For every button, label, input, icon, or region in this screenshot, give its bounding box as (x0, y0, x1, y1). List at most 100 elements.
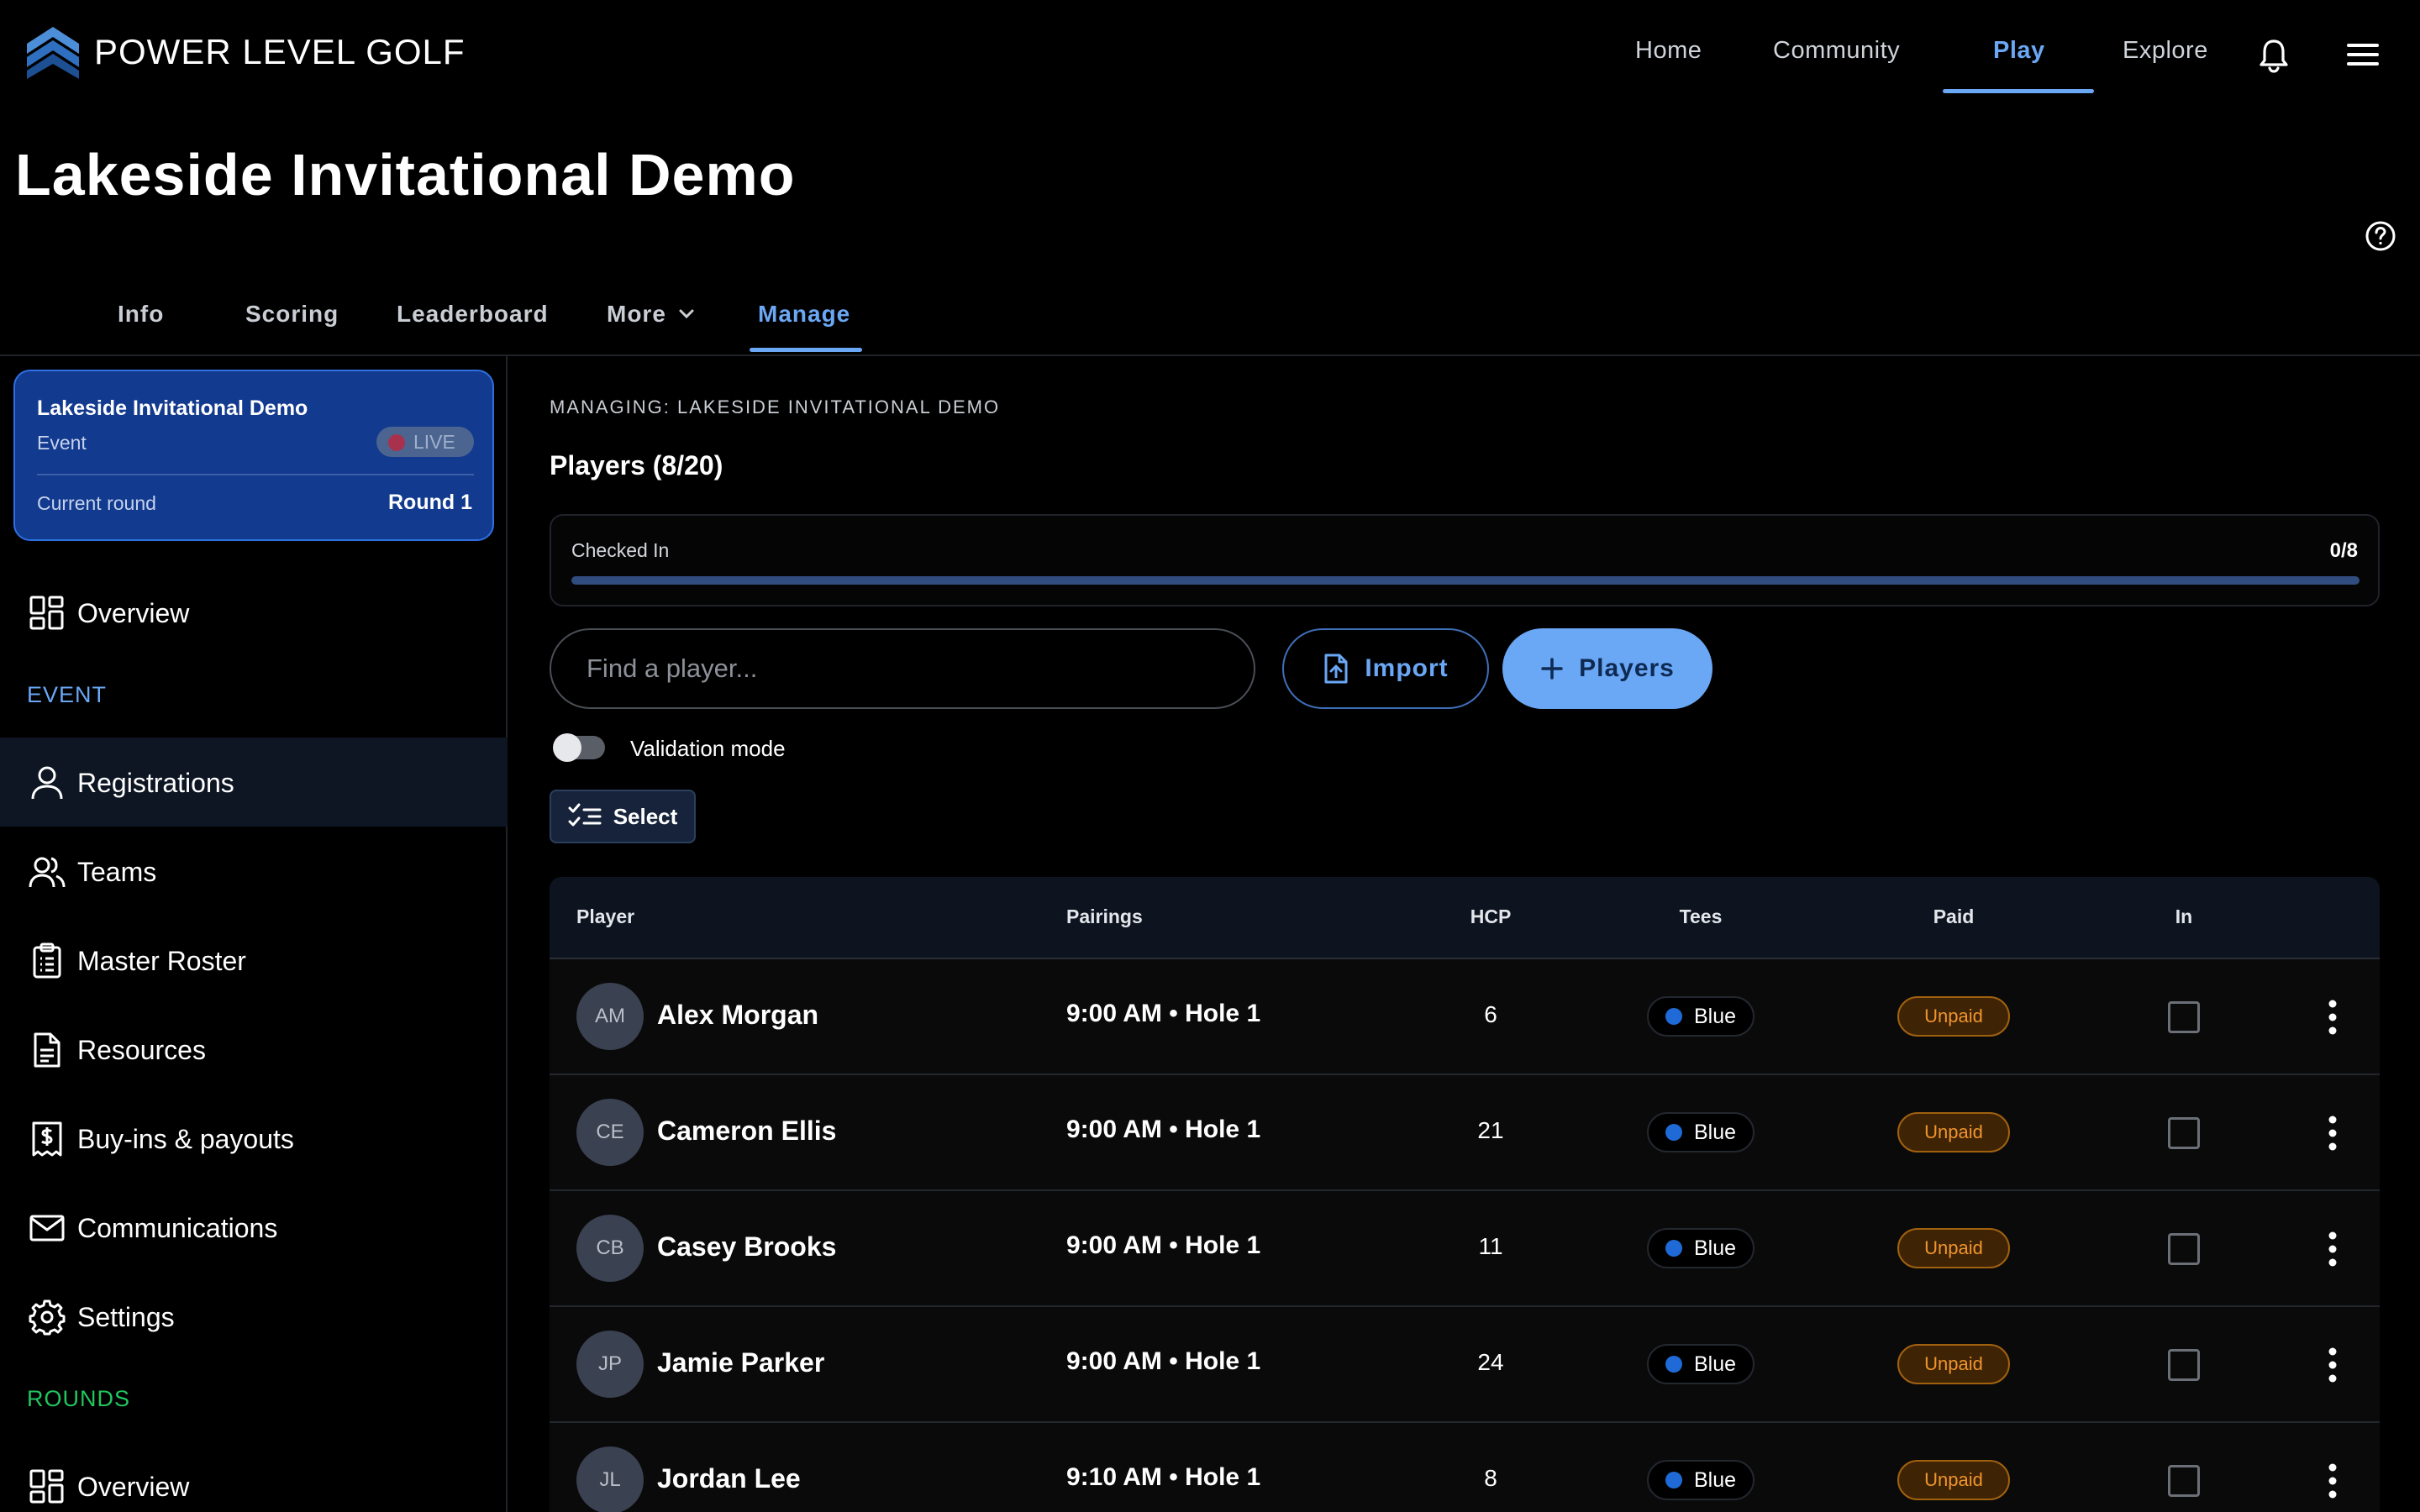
tab-leaderboard[interactable]: Leaderboard (397, 301, 549, 328)
handicap-value: 8 (1484, 1465, 1497, 1491)
tab-more[interactable]: More (607, 301, 666, 328)
player-name[interactable]: Alex Morgan (657, 1000, 818, 1031)
validation-mode-toggle[interactable] (553, 733, 605, 762)
tab-info[interactable]: Info (118, 301, 164, 328)
paid-status-badge[interactable]: Unpaid (1897, 1112, 2010, 1152)
select-button[interactable]: Select (550, 790, 696, 843)
current-round-label: Current round (37, 492, 156, 514)
player-name[interactable]: Jamie Parker (657, 1347, 824, 1378)
table-header: Player Pairings HCP Tees Paid In (550, 877, 2380, 959)
hamburger-menu-icon[interactable] (2346, 40, 2380, 69)
sidebar-item-resources[interactable]: Resources (0, 1005, 508, 1094)
chevron-down-icon[interactable] (677, 307, 696, 321)
pairing-time: 9:00 AM • Hole 1 (1066, 1000, 1261, 1027)
checked-in-checkbox[interactable] (2168, 1001, 2200, 1033)
pairing-time: 9:00 AM • Hole 1 (1066, 1231, 1261, 1259)
gear-icon (29, 1299, 66, 1336)
col-in[interactable]: In (2159, 906, 2209, 928)
tee-badge[interactable]: Blue (1647, 1344, 1754, 1384)
mail-icon (29, 1215, 65, 1242)
more-options-icon[interactable] (2324, 1460, 2341, 1502)
sidebar-item-teams[interactable]: Teams (0, 827, 508, 916)
sidebar-item-buy-ins-payouts[interactable]: Buy-ins & payouts (0, 1094, 508, 1183)
pairing-time: 9:00 AM • Hole 1 (1066, 1116, 1261, 1143)
player-name[interactable]: Cameron Ellis (657, 1116, 836, 1147)
checked-in-checkbox[interactable] (2168, 1233, 2200, 1265)
plus-icon (1541, 658, 1563, 680)
paid-status-badge[interactable]: Unpaid (1897, 1460, 2010, 1500)
help-icon[interactable] (2365, 220, 2396, 252)
clipboard-list-icon (33, 942, 61, 979)
avatar: JP (576, 1331, 644, 1398)
col-tees[interactable]: Tees (1659, 906, 1743, 928)
sidebar-item-label: Settings (77, 1302, 175, 1332)
player-name[interactable]: Jordan Lee (657, 1463, 801, 1494)
more-options-icon[interactable] (2324, 1112, 2341, 1154)
checked-in-checkbox[interactable] (2168, 1117, 2200, 1149)
tee-badge[interactable]: Blue (1647, 1228, 1754, 1268)
users-icon (29, 857, 66, 888)
table-row[interactable]: CB Casey Brooks 9:00 AM • Hole 1 11 Blue… (550, 1191, 2380, 1307)
find-player-input[interactable] (550, 628, 1255, 709)
table-row[interactable]: JP Jamie Parker 9:00 AM • Hole 1 24 Blue… (550, 1307, 2380, 1423)
paid-status-badge[interactable]: Unpaid (1897, 996, 2010, 1037)
tab-scoring[interactable]: Scoring (245, 301, 339, 328)
checked-in-checkbox[interactable] (2168, 1349, 2200, 1381)
checked-in-checkbox[interactable] (2168, 1465, 2200, 1497)
tee-label: Blue (1694, 1236, 1737, 1260)
more-options-icon[interactable] (2324, 996, 2341, 1038)
avatar: JL (576, 1446, 644, 1512)
col-pairings[interactable]: Pairings (1066, 906, 1143, 928)
col-player[interactable]: Player (576, 906, 634, 928)
tee-color-dot-icon (1665, 1240, 1682, 1257)
nav-explore[interactable]: Explore (2123, 37, 2208, 65)
sidebar-item-rounds-overview[interactable]: Overview (0, 1441, 508, 1512)
subtab-active-indicator (750, 348, 862, 352)
nav-play[interactable]: Play (1993, 37, 2045, 65)
validation-mode-label: Validation mode (630, 736, 786, 761)
page-title: Lakeside Invitational Demo (15, 142, 796, 207)
event-summary-card[interactable]: Lakeside Invitational Demo Event LIVE Cu… (13, 370, 494, 541)
avatar: AM (576, 983, 644, 1050)
bell-icon[interactable] (2255, 37, 2292, 74)
handicap-value: 11 (1478, 1233, 1503, 1259)
checklist-icon (568, 803, 602, 827)
user-icon (31, 766, 63, 800)
brand-name[interactable]: POWER LEVEL GOLF (94, 32, 466, 72)
col-hcp[interactable]: HCP (1465, 906, 1516, 928)
nav-community[interactable]: Community (1773, 37, 1900, 65)
table-row[interactable]: CE Cameron Ellis 9:00 AM • Hole 1 21 Blu… (550, 1075, 2380, 1191)
chevron-stack-logo[interactable] (25, 25, 81, 81)
avatar: CE (576, 1099, 644, 1166)
more-options-icon[interactable] (2324, 1344, 2341, 1386)
sidebar-item-master-roster[interactable]: Master Roster (0, 916, 508, 1005)
add-players-button-label: Players (1579, 654, 1675, 682)
event-card-title: Lakeside Invitational Demo (37, 396, 308, 420)
tee-badge[interactable]: Blue (1647, 1460, 1754, 1500)
sidebar-item-registrations[interactable]: Registrations (0, 738, 508, 827)
import-button[interactable]: Import (1282, 628, 1489, 709)
more-options-icon[interactable] (2324, 1228, 2341, 1270)
paid-status-badge[interactable]: Unpaid (1897, 1344, 2010, 1384)
checked-in-progress: Checked In 0/8 (550, 514, 2380, 606)
handicap-value: 24 (1477, 1349, 1504, 1375)
add-players-button[interactable]: Players (1502, 628, 1712, 709)
tab-manage[interactable]: Manage (758, 301, 850, 328)
players-count-title: Players (8/20) (550, 450, 723, 480)
player-name[interactable]: Casey Brooks (657, 1231, 836, 1263)
players-table: Player Pairings HCP Tees Paid In AM Alex… (550, 877, 2380, 1512)
nav-home[interactable]: Home (1635, 37, 1702, 65)
sidebar-item-label: Overview (77, 1472, 190, 1502)
tee-color-dot-icon (1665, 1008, 1682, 1025)
file-upload-icon (1324, 654, 1348, 684)
tee-badge[interactable]: Blue (1647, 996, 1754, 1037)
sidebar-item-overview[interactable]: Overview (0, 568, 508, 657)
sidebar-item-communications[interactable]: Communications (0, 1183, 508, 1272)
sidebar-item-settings[interactable]: Settings (0, 1272, 508, 1361)
paid-status-badge[interactable]: Unpaid (1897, 1228, 2010, 1268)
table-row[interactable]: JL Jordan Lee 9:10 AM • Hole 1 8 Blue Un… (550, 1423, 2380, 1512)
col-paid[interactable]: Paid (1912, 906, 1996, 928)
tee-badge[interactable]: Blue (1647, 1112, 1754, 1152)
grid-icon (29, 1469, 64, 1504)
table-row[interactable]: AM Alex Morgan 9:00 AM • Hole 1 6 Blue U… (550, 959, 2380, 1075)
